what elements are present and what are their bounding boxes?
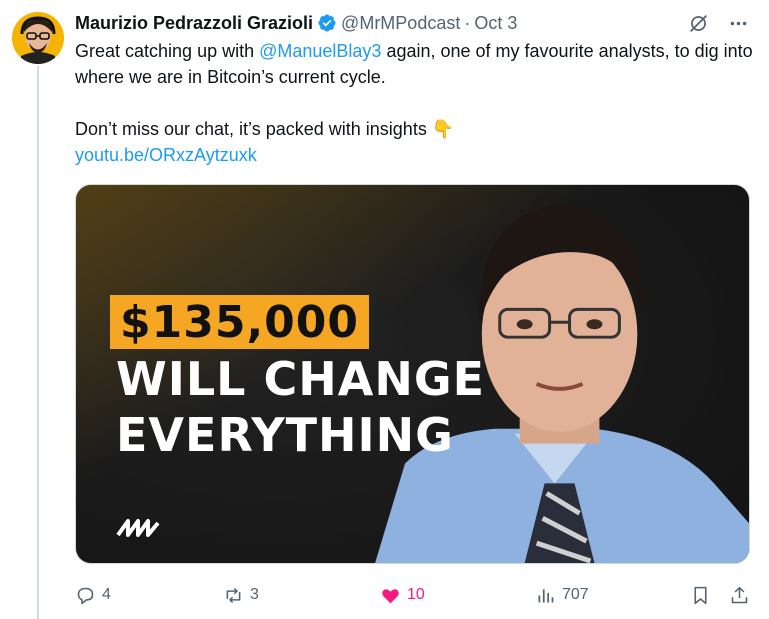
views-icon (538, 588, 554, 602)
verified-badge-icon (317, 13, 337, 33)
video-thumbnail[interactable]: $135,000 WILL CHANGE EVERYTHING (75, 184, 750, 564)
like-button[interactable]: 10 (380, 585, 535, 606)
youtube-link[interactable]: youtu.be/ORxzAytzuxk (75, 145, 257, 165)
tweet-actions: 4 3 10 707 (75, 580, 750, 610)
avatar[interactable] (12, 12, 64, 64)
tweet-paragraph-2: Don’t miss our chat, it’s packed with in… (75, 119, 455, 139)
timestamp[interactable]: Oct 3 (474, 13, 517, 34)
views-count: 707 (562, 586, 589, 603)
views-button[interactable]: 707 (535, 585, 685, 606)
repost-count: 3 (250, 586, 259, 603)
repost-button[interactable]: 3 (223, 585, 380, 606)
headline-line-1: WILL CHANGE (116, 352, 486, 406)
reply-icon (77, 587, 94, 604)
reply-button[interactable]: 4 (75, 585, 223, 606)
thumbnail-headline: WILL CHANGE EVERYTHING (116, 351, 485, 463)
text-segment: Great catching up with (75, 41, 260, 61)
reply-count: 4 (102, 586, 111, 603)
heart-icon (382, 588, 399, 603)
thumbnail-price: $135,000 (120, 296, 360, 348)
channel-logo-icon (116, 519, 160, 537)
bookmark-icon[interactable] (690, 585, 711, 606)
tweet-header: Maurizio Pedrazzoli Grazioli @MrMPodcast… (75, 10, 749, 36)
author-name[interactable]: Maurizio Pedrazzoli Grazioli (75, 13, 313, 34)
price-highlight: $135,000 (110, 295, 370, 349)
avatar-image (12, 12, 64, 64)
repost-icon (226, 587, 241, 603)
tweet-text: Great catching up with @ManuelBlay3 agai… (75, 38, 755, 168)
like-count: 10 (407, 586, 425, 603)
headline-line-2: EVERYTHING (116, 408, 454, 462)
thread-line (37, 66, 39, 619)
author-handle[interactable]: @MrMPodcast (341, 13, 460, 34)
share-icon[interactable] (729, 585, 750, 606)
grok-icon[interactable] (687, 12, 709, 34)
more-options-icon[interactable] (727, 12, 749, 34)
tweet-paragraph-1: Great catching up with @ManuelBlay3 agai… (75, 38, 755, 90)
mention-link[interactable]: @ManuelBlay3 (259, 41, 381, 61)
separator-dot: · (464, 12, 471, 33)
